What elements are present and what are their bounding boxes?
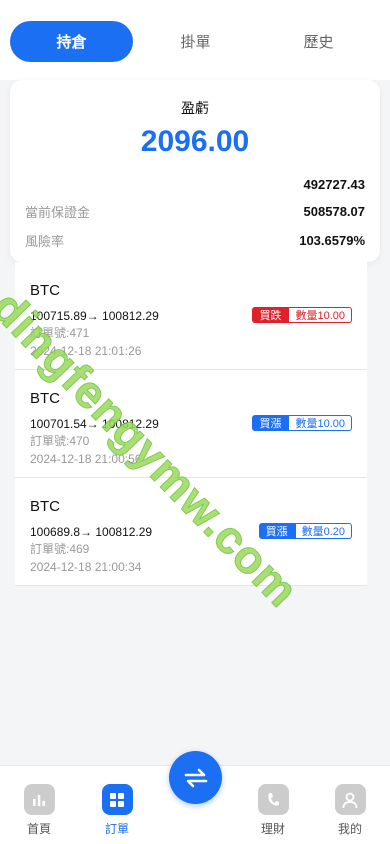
phone-icon — [257, 784, 289, 815]
order-symbol: BTC — [30, 282, 60, 299]
summary-row-margin: 當前保證金 508578.07 — [25, 201, 365, 221]
order-direction: 買漲 — [258, 523, 295, 539]
order-symbol: BTC — [30, 498, 60, 515]
tab-history[interactable]: 歷史 — [257, 21, 380, 62]
order-time: 2024-12-18 21:00:34 — [30, 560, 142, 574]
tab-pending[interactable]: 掛單 — [134, 21, 257, 62]
order-quantity: 數量10.00 — [288, 415, 352, 431]
tab-bar: 持倉 掛單 歷史 — [0, 0, 390, 80]
order-time: 2024-12-18 21:01:26 — [30, 344, 142, 358]
order-symbol: BTC — [30, 390, 60, 407]
risk-value: 103.6579% — [299, 232, 365, 248]
order-badge: 買漲 數量0.20 — [258, 523, 352, 539]
list-item[interactable]: BTC 100701.54→ 100812.29 訂單號:470 2024-12… — [15, 370, 367, 478]
order-time: 2024-12-18 21:00:56 — [30, 452, 142, 466]
nav-home-label: 首頁 — [26, 822, 51, 836]
grid-icon — [101, 784, 133, 815]
positions-list: BTC 100715.89→ 100812.29 訂單號:471 2024-12… — [15, 262, 367, 586]
risk-label: 風險率 — [25, 233, 65, 249]
list-item[interactable]: BTC 100715.89→ 100812.29 訂單號:471 2024-12… — [15, 262, 367, 370]
order-prices: 100689.8→ 100812.29 — [30, 525, 153, 539]
order-direction: 買跌 — [252, 307, 289, 323]
tab-holdings[interactable]: 持倉 — [10, 21, 133, 62]
margin-value: 508578.07 — [303, 203, 365, 219]
trade-button[interactable] — [169, 751, 222, 804]
pl-value: 2096.00 — [140, 125, 250, 158]
swap-icon — [184, 768, 207, 787]
chart-icon — [23, 784, 55, 815]
order-number: 訂單號:471 — [30, 326, 90, 340]
list-item[interactable]: BTC 100689.8→ 100812.29 訂單號:469 2024-12-… — [15, 478, 367, 586]
nav-finance-label: 理財 — [260, 822, 285, 836]
order-quantity: 數量10.00 — [288, 307, 352, 323]
order-number: 訂單號:470 — [30, 434, 90, 448]
summary-row-balance: 492727.43 — [25, 174, 365, 194]
nav-finance[interactable]: 理財 — [248, 784, 298, 837]
nav-mine[interactable]: 我的 — [325, 784, 375, 837]
nav-orders[interactable]: 訂單 — [92, 784, 142, 837]
user-icon — [334, 784, 366, 815]
nav-mine-label: 我的 — [337, 822, 362, 836]
order-number: 訂單號:469 — [30, 542, 90, 556]
order-prices: 100701.54→ 100812.29 — [30, 417, 159, 431]
order-quantity: 數量0.20 — [294, 523, 352, 539]
summary-row-risk: 風險率 103.6579% — [25, 230, 365, 250]
pl-label: 盈虧 — [181, 100, 209, 116]
order-badge: 買漲 數量10.00 — [252, 415, 352, 431]
nav-orders-label: 訂單 — [104, 822, 129, 836]
order-badge: 買跌 數量10.00 — [252, 307, 352, 323]
order-direction: 買漲 — [252, 415, 289, 431]
summary-card: 盈虧 2096.00 492727.43 當前保證金 508578.07 風險率… — [10, 80, 380, 262]
margin-label: 當前保證金 — [25, 204, 91, 220]
order-prices: 100715.89→ 100812.29 — [30, 309, 159, 323]
nav-home[interactable]: 首頁 — [14, 784, 64, 837]
balance-value: 492727.43 — [303, 176, 365, 192]
